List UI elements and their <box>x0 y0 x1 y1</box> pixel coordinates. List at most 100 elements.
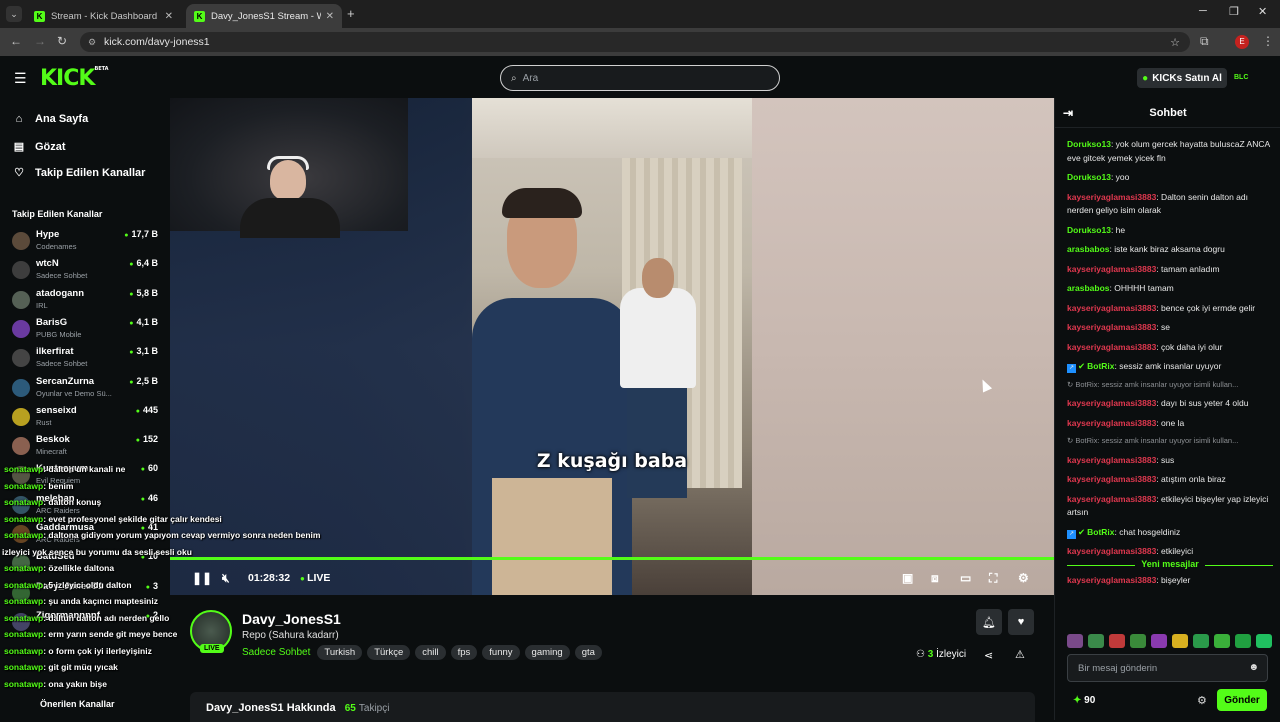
bookmark-star-icon[interactable]: ☆ <box>1170 36 1180 49</box>
sidebar-channel-item[interactable]: BeskokMinecraft 152 <box>12 434 162 462</box>
share-icon[interactable]: ⋖ <box>984 649 993 662</box>
chat-username[interactable]: arasbabos <box>1067 244 1110 254</box>
settings-icon[interactable]: ⚙ <box>1018 571 1029 585</box>
clip-icon[interactable]: ⧈ <box>931 571 939 586</box>
kick-logo[interactable]: KICKBETA <box>40 66 109 91</box>
sidebar-channel-item[interactable]: wtcNSadece Sohbet 6,4 B <box>12 258 162 286</box>
profile-avatar[interactable]: E <box>1235 35 1249 49</box>
chat-username[interactable]: kayseriyaglamasi3883 <box>1067 418 1156 428</box>
tab-stream[interactable]: K Davy_JonesS1 Stream - Wa ✕ <box>186 4 342 28</box>
sidebar-channel-item[interactable]: Hype Codenames 17,7 B <box>12 229 162 257</box>
nav-label: Takip Edilen Kanallar <box>35 166 146 179</box>
tag[interactable]: gta <box>574 645 602 660</box>
follow-button[interactable]: ♥ <box>1008 609 1034 635</box>
tag[interactable]: funny <box>482 645 520 660</box>
tag[interactable]: chill <box>415 645 446 660</box>
tag[interactable]: Türkçe <box>367 645 411 660</box>
chat-username[interactable]: kayseriyaglamasi3883 <box>1067 494 1156 504</box>
chat-message-input[interactable]: Bir mesaj gönderin ☻ <box>1067 654 1268 682</box>
theater-mode-icon[interactable]: ▭ <box>960 571 971 585</box>
send-button[interactable]: Gönder <box>1217 689 1267 711</box>
channel-category: Oyunlar ve Demo Sü... <box>36 388 112 398</box>
restore-icon[interactable]: ❐ <box>1229 5 1239 18</box>
emoji-icon[interactable]: ☻ <box>1248 662 1259 673</box>
sidebar-channel-item[interactable]: Zigormannnnf 2 <box>12 610 162 638</box>
nav-home[interactable]: ⌂ Ana Sayfa <box>12 113 89 125</box>
emote-icon[interactable] <box>1130 634 1146 648</box>
sidebar-channel-item[interactable]: atadogannIRL 5,8 B <box>12 288 162 316</box>
chat-username[interactable]: kayseriyaglamasi3883 <box>1067 192 1156 202</box>
search-input[interactable]: ⌕ Ara <box>500 65 780 91</box>
category-link[interactable]: Sadece Sohbet <box>242 647 310 658</box>
kicks-badge[interactable]: BLC <box>1234 74 1248 81</box>
extensions-icon[interactable]: ⧉ <box>1200 34 1209 49</box>
nav-browse[interactable]: ▤ Gözat <box>12 140 66 154</box>
minimize-icon[interactable]: ─ <box>1199 5 1207 17</box>
chat-settings-icon[interactable]: ⚙ <box>1197 694 1207 707</box>
tag[interactable]: Turkish <box>317 645 363 660</box>
emote-icon[interactable] <box>1193 634 1209 648</box>
tab-dashboard[interactable]: K Stream - Kick Dashboard ✕ <box>26 4 181 28</box>
mini-player-icon[interactable]: ▣ <box>902 571 913 585</box>
emote-icon[interactable] <box>1172 634 1188 648</box>
chat-username[interactable]: kayseriyaglamasi3883 <box>1067 398 1156 408</box>
close-tab-icon[interactable]: ✕ <box>326 11 334 22</box>
notification-button[interactable]: 🔔︎ <box>976 609 1002 635</box>
back-icon[interactable]: ← <box>10 34 22 48</box>
chat-username[interactable]: BotRix <box>1087 527 1114 537</box>
chat-username[interactable]: kayseriyaglamasi3883 <box>1067 303 1156 313</box>
chat-username[interactable]: Dorukso13 <box>1067 225 1111 235</box>
chat-username[interactable]: Dorukso13 <box>1067 172 1111 182</box>
sidebar-channel-item[interactable]: senseixdRust 445 <box>12 405 162 433</box>
fullscreen-icon[interactable]: ⛶ <box>989 571 997 586</box>
chat-username[interactable]: kayseriyaglamasi3883 <box>1067 322 1156 332</box>
site-info-icon[interactable]: ⚙ <box>88 37 96 48</box>
video-player[interactable]: Z kuşağı baba ❚❚ 🔇︎ 01:28:32 ● LIVE ▣ ⧈ … <box>170 98 1054 595</box>
emote-icon[interactable] <box>1235 634 1251 648</box>
pause-icon[interactable]: ❚❚ <box>192 571 212 585</box>
new-messages-divider[interactable]: Yeni mesajlar <box>1067 558 1273 569</box>
new-tab-icon[interactable]: + <box>347 6 355 21</box>
chat-username[interactable]: arasbabos <box>1067 283 1110 293</box>
emote-icon[interactable] <box>1214 634 1230 648</box>
chat-username[interactable]: kayseriyaglamasi3883 <box>1067 575 1156 585</box>
chat-username[interactable]: kayseriyaglamasi3883 <box>1067 342 1156 352</box>
forward-icon[interactable]: → <box>34 34 46 48</box>
tag[interactable]: fps <box>450 645 478 660</box>
sidebar-channel-item[interactable]: melehanARC Raiders 46 <box>12 493 162 521</box>
hamburger-menu-icon[interactable]: ☰ <box>14 70 27 87</box>
nav-following[interactable]: ♡ Takip Edilen Kanallar <box>12 166 146 180</box>
collapse-chat-icon[interactable]: ⇥ <box>1063 98 1073 128</box>
sidebar-channel-item[interactable]: SercanZurnaOyunlar ve Demo Sü... 2,5 B <box>12 376 162 404</box>
tab-list-icon[interactable]: ⌄ <box>6 6 22 22</box>
chat-username[interactable]: kayseriyaglamasi3883 <box>1067 546 1156 556</box>
emote-icon[interactable] <box>1088 634 1104 648</box>
close-tab-icon[interactable]: ✕ <box>165 11 173 22</box>
chat-username[interactable]: kayseriyaglamasi3883 <box>1067 474 1156 484</box>
close-window-icon[interactable]: ✕ <box>1258 5 1267 18</box>
mute-icon[interactable]: 🔇︎ <box>222 571 230 586</box>
streamer-name[interactable]: Davy_JonesS1 <box>242 611 341 627</box>
kicks-balance[interactable]: ✦ 90 <box>1073 695 1095 706</box>
browser-menu-icon[interactable]: ⋮ <box>1262 34 1274 48</box>
chat-username[interactable]: kayseriyaglamasi3883 <box>1067 264 1156 274</box>
sidebar-channel-item[interactable]: BarisGPUBG Mobile 4,1 B <box>12 317 162 345</box>
sidebar-channel-item[interactable]: Gaddarmusa ARC Raiders 41 <box>12 522 162 550</box>
chat-username[interactable]: kayseriyaglamasi3883 <box>1067 455 1156 465</box>
reload-icon[interactable]: ↻ <box>57 34 67 48</box>
report-icon[interactable]: ⚠ <box>1015 648 1025 661</box>
sidebar-channel-item[interactable]: BatuSed 10 <box>12 551 162 579</box>
sidebar-channel-item[interactable]: ilkerfiratSadece Sohbet 3,1 B <box>12 346 162 374</box>
sidebar-channel-item[interactable]: KuntsoyumEvil Requiem 60 <box>12 463 162 491</box>
buy-kicks-button[interactable]: ● KICKs Satın Al <box>1137 68 1227 88</box>
emote-icon[interactable] <box>1109 634 1125 648</box>
emote-icon[interactable] <box>1256 634 1272 648</box>
emote-icon[interactable] <box>1151 634 1167 648</box>
emote-icon[interactable] <box>1067 634 1083 648</box>
chat-username[interactable]: Dorukso13 <box>1067 139 1111 149</box>
sidebar-channel-item[interactable]: Davy_JonesS1 3 <box>12 581 162 609</box>
progress-bar[interactable] <box>170 557 1054 560</box>
url-field[interactable]: ⚙ kick.com/davy-joness1 ☆ <box>80 32 1190 52</box>
tag[interactable]: gaming <box>524 645 570 660</box>
chat-username[interactable]: BotRix <box>1087 361 1114 371</box>
